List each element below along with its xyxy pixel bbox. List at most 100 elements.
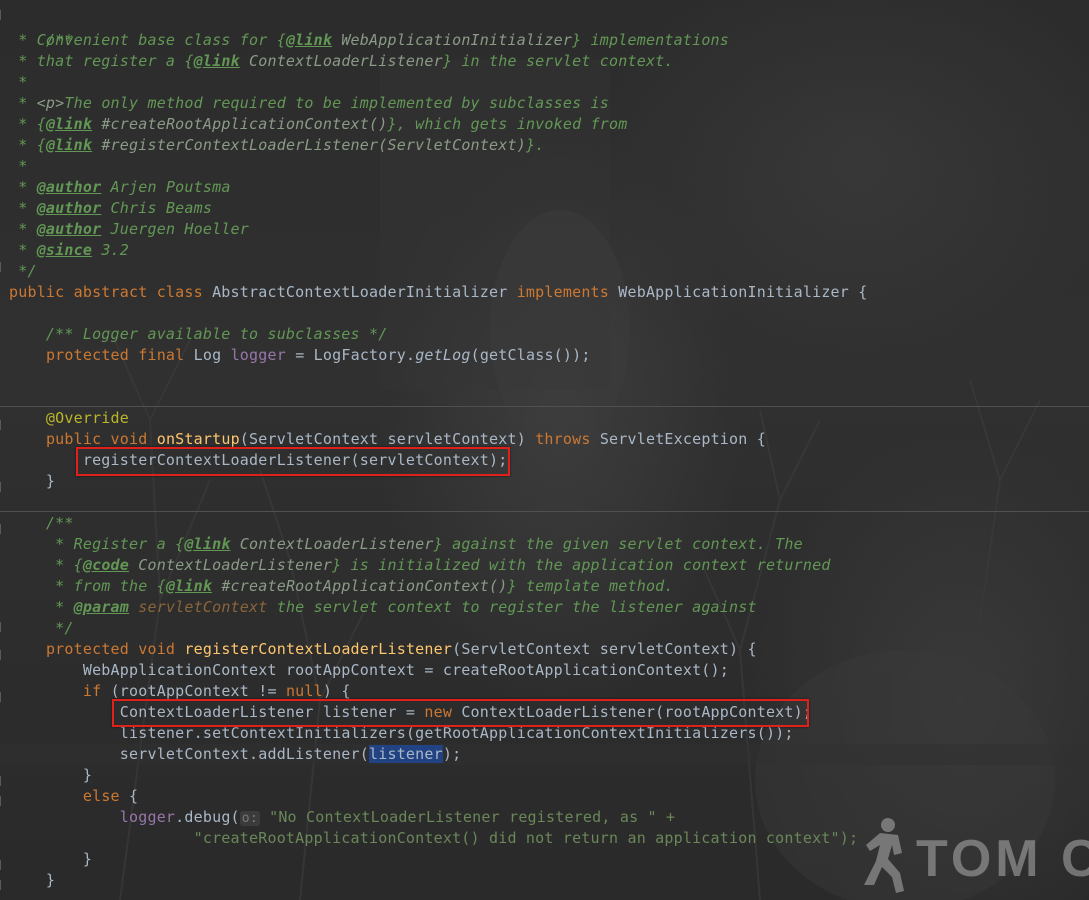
- doc-brace: }: [332, 556, 342, 574]
- code-line[interactable]: /**: [9, 513, 74, 534]
- doc-tag-link[interactable]: @link: [46, 136, 92, 154]
- doc-comment: *: [9, 115, 37, 133]
- method-declaration[interactable]: onStartup: [157, 430, 240, 448]
- code-line[interactable]: protected final Log logger = LogFactory.…: [9, 345, 591, 366]
- keyword: public abstract class: [9, 283, 213, 301]
- code-line[interactable]: else {: [9, 786, 138, 807]
- fold-marker[interactable]: [0, 262, 5, 272]
- doc-tag-since: @since: [36, 241, 93, 259]
- doc-link-target[interactable]: ContextLoaderListener: [240, 52, 443, 70]
- code-line[interactable]: * {@code ContextLoaderListener} is initi…: [9, 555, 831, 576]
- fold-marker[interactable]: [0, 482, 5, 492]
- doc-comment: *: [9, 241, 37, 259]
- doc-tag-link[interactable]: @link: [184, 535, 230, 553]
- code-line[interactable]: /**: [9, 9, 74, 49]
- doc-code-ref: ContextLoaderListener: [129, 556, 333, 574]
- code-text: servletContext.addListener(: [9, 745, 369, 763]
- field-name[interactable]: logger: [120, 808, 175, 826]
- code-line[interactable]: @Override: [9, 408, 129, 429]
- doc-link-target[interactable]: #createRootApplicationContext(): [92, 115, 387, 133]
- doc-brace: {: [156, 577, 166, 595]
- doc-link-target[interactable]: #registerContextLoaderListener(ServletCo…: [92, 136, 526, 154]
- annotation: @Override: [9, 409, 129, 427]
- doc-comment: */: [9, 262, 37, 280]
- code-line[interactable]: public abstract class AbstractContextLoa…: [9, 282, 867, 303]
- code-line[interactable]: * <p>The only method required to be impl…: [9, 93, 609, 114]
- code-line[interactable]: }: [9, 471, 55, 492]
- fold-marker[interactable]: [0, 796, 5, 806]
- code-editor[interactable]: /** * Convenient base class for {@link W…: [0, 0, 1089, 900]
- code-line[interactable]: */: [9, 261, 37, 282]
- doc-tag-link[interactable]: @link: [166, 577, 212, 595]
- code-line[interactable]: * {@link #registerContextLoaderListener(…: [9, 135, 544, 156]
- code-line[interactable]: * Register a {@link ContextLoaderListene…: [9, 534, 803, 555]
- keyword: protected void: [45, 640, 185, 658]
- code-line[interactable]: * @author Chris Beams: [9, 198, 212, 219]
- code-line[interactable]: }: [9, 870, 55, 891]
- code-line[interactable]: * {@link #createRootApplicationContext()…: [9, 114, 628, 135]
- doc-brace: }: [433, 535, 443, 553]
- code-line[interactable]: }: [9, 765, 92, 786]
- code-text: (ServletContext servletContext): [239, 430, 536, 448]
- static-method-call[interactable]: getLog: [415, 346, 470, 364]
- keyword: else: [82, 787, 130, 805]
- method-separator: [0, 406, 1089, 407]
- fold-marker[interactable]: [0, 776, 5, 786]
- doc-comment: implementations: [581, 31, 730, 49]
- doc-brace: {: [36, 136, 46, 154]
- doc-link-target[interactable]: ContextLoaderListener: [231, 535, 434, 553]
- fold-marker[interactable]: [0, 10, 5, 20]
- code-line[interactable]: * @param servletContext the servlet cont…: [9, 597, 757, 618]
- method-declaration[interactable]: registerContextLoaderListener: [184, 640, 452, 658]
- code-line[interactable]: protected void registerContextLoaderList…: [9, 639, 757, 660]
- fold-marker[interactable]: [0, 650, 5, 660]
- fold-marker[interactable]: [0, 692, 5, 702]
- selected-identifier[interactable]: listener: [369, 745, 443, 763]
- doc-tag-link[interactable]: @link: [46, 115, 92, 133]
- code-text: = LogFactory.: [285, 346, 416, 364]
- code-line[interactable]: WebApplicationContext rootAppContext = c…: [9, 660, 729, 681]
- code-line[interactable]: servletContext.addListener(listener);: [9, 744, 461, 765]
- code-line[interactable]: * that register a {@link ContextLoaderLi…: [9, 51, 674, 72]
- doc-tag-code: @code: [82, 556, 130, 574]
- code-line[interactable]: "createRootApplicationContext() did not …: [9, 828, 858, 849]
- code-line[interactable]: * @author Juergen Hoeller: [9, 219, 249, 240]
- field-name[interactable]: logger: [231, 346, 286, 364]
- fold-marker[interactable]: [0, 524, 5, 534]
- code-text: .debug(: [175, 808, 240, 826]
- doc-param-name[interactable]: servletContext: [129, 598, 267, 616]
- fold-marker[interactable]: [0, 420, 5, 430]
- code-line[interactable]: logger.debug(o: "No ContextLoaderListene…: [9, 807, 675, 828]
- doc-comment: Juergen Hoeller: [101, 220, 250, 238]
- fold-marker[interactable]: [0, 622, 5, 632]
- doc-comment: *: [9, 199, 37, 217]
- code-line[interactable]: * @since 3.2: [9, 240, 129, 261]
- doc-link-target[interactable]: #createRootApplicationContext(): [212, 577, 507, 595]
- code-line[interactable]: * @author Arjen Poutsma: [9, 177, 231, 198]
- code-line[interactable]: *: [9, 72, 27, 93]
- code-line[interactable]: * Convenient base class for {@link WebAp…: [9, 30, 729, 51]
- code-line[interactable]: *: [9, 156, 27, 177]
- highlight-box-register-call: [76, 447, 510, 476]
- type-name[interactable]: Log: [194, 346, 231, 364]
- class-name[interactable]: AbstractContextLoaderInitializer: [212, 283, 517, 301]
- keyword: protected final: [45, 346, 194, 364]
- doc-comment: *: [9, 157, 28, 175]
- code-line[interactable]: * from the {@link #createRootApplication…: [9, 576, 674, 597]
- code-line[interactable]: /** Logger available to subclasses */: [9, 324, 387, 345]
- fold-marker[interactable]: [0, 880, 5, 890]
- doc-brace: }: [507, 577, 517, 595]
- code-line[interactable]: */: [9, 618, 74, 639]
- code-line[interactable]: }: [9, 849, 92, 870]
- interface-name[interactable]: WebApplicationInitializer {: [618, 283, 867, 301]
- doc-comment: * Register a: [9, 535, 176, 553]
- doc-comment: template method.: [516, 577, 674, 595]
- code-text: ServletException {: [599, 430, 766, 448]
- doc-link-target[interactable]: WebApplicationInitializer: [332, 31, 572, 49]
- doc-tag-link[interactable]: @link: [194, 52, 240, 70]
- doc-comment: Chris Beams: [101, 199, 213, 217]
- doc-tag-link[interactable]: @link: [286, 31, 332, 49]
- fold-marker[interactable]: [0, 860, 5, 870]
